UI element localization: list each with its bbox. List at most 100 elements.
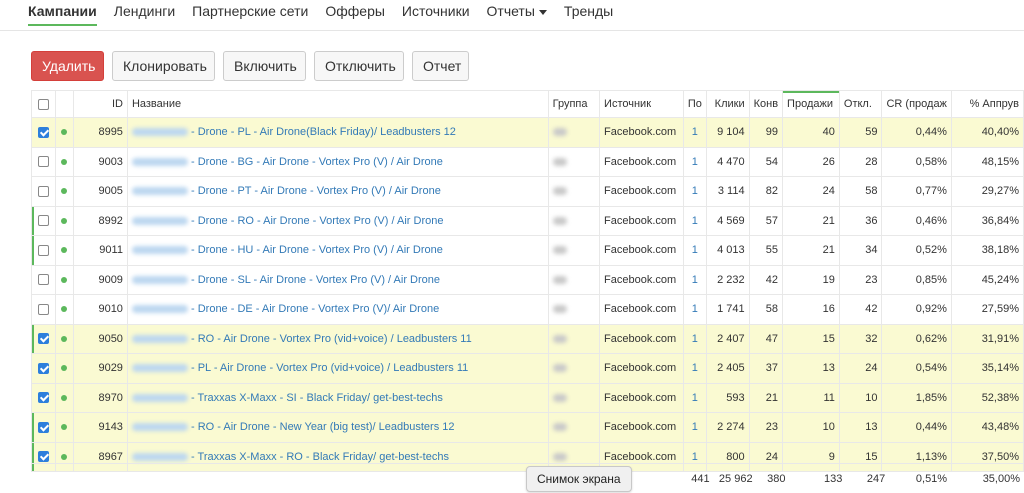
nav-campaigns[interactable]: Кампании — [28, 0, 97, 19]
row-source: Facebook.com — [600, 265, 684, 295]
row-checkbox[interactable] — [38, 363, 49, 374]
redacted-text — [132, 423, 188, 431]
row-sales: 24 — [783, 177, 840, 207]
nav-landings[interactable]: Лендинги — [114, 0, 175, 19]
row-name-link[interactable]: - Traxxas X-Maxx - RO - Black Friday/ ge… — [191, 451, 449, 463]
table-row[interactable]: 9009 - Drone - SL - Air Drone - Vortex P… — [32, 265, 1024, 295]
row-status-cell — [55, 265, 73, 295]
redacted-text — [132, 453, 188, 461]
status-active-icon — [61, 424, 67, 430]
nav-trends[interactable]: Тренды — [564, 0, 613, 19]
table-row[interactable]: 9010 - Drone - DE - Air Drone - Vortex P… — [32, 295, 1024, 325]
row-name-link[interactable]: - Drone - RO - Air Drone - Vortex Pro (V… — [191, 215, 443, 227]
enable-button[interactable]: Включить — [223, 51, 306, 81]
row-conv: 37 — [749, 354, 782, 384]
toolbar: Удалить Клонировать Включить Отключить О… — [31, 51, 469, 81]
nav-affiliate-networks[interactable]: Партнерские сети — [192, 0, 308, 19]
select-all-checkbox[interactable] — [38, 99, 49, 110]
row-checkbox[interactable] — [38, 186, 49, 197]
delete-button[interactable]: Удалить — [31, 51, 104, 81]
row-po-link[interactable]: 1 — [683, 413, 706, 443]
col-conv[interactable]: Конв — [749, 91, 782, 118]
row-group-cell — [548, 177, 599, 207]
table-row[interactable]: 9029 - PL - Air Drone - Vortex Pro (vid+… — [32, 354, 1024, 384]
row-checkbox[interactable] — [38, 245, 49, 256]
col-name[interactable]: Название — [127, 91, 548, 118]
report-button[interactable]: Отчет — [412, 51, 469, 81]
col-approve[interactable]: % Аппрув — [951, 91, 1023, 118]
row-conv: 54 — [749, 147, 782, 177]
row-po-link[interactable]: 1 — [683, 177, 706, 207]
row-checkbox[interactable] — [38, 215, 49, 226]
col-source[interactable]: Источник — [600, 91, 684, 118]
redacted-text — [132, 158, 188, 166]
row-group-cell — [548, 324, 599, 354]
row-checkbox[interactable] — [38, 333, 49, 344]
table-row[interactable]: 9143 - RO - Air Drone - New Year (big te… — [32, 413, 1024, 443]
row-name-link[interactable]: - RO - Air Drone - Vortex Pro (vid+voice… — [191, 333, 472, 345]
clone-button[interactable]: Клонировать — [112, 51, 215, 81]
row-po-link[interactable]: 1 — [683, 295, 706, 325]
status-active-icon — [61, 188, 67, 194]
row-select-cell — [32, 147, 56, 177]
row-checkbox[interactable] — [38, 392, 49, 403]
row-checkbox[interactable] — [38, 156, 49, 167]
row-approve: 52,38% — [951, 383, 1023, 413]
col-id[interactable]: ID — [73, 91, 127, 118]
redacted-group — [553, 187, 567, 195]
row-name-link[interactable]: - Drone - PT - Air Drone - Vortex Pro (V… — [191, 185, 441, 197]
col-sales[interactable]: Продажи — [783, 91, 840, 118]
col-clicks[interactable]: Клики — [706, 91, 749, 118]
row-name-link[interactable]: - PL - Air Drone - Vortex Pro (vid+voice… — [191, 362, 468, 374]
row-checkbox[interactable] — [38, 127, 49, 138]
row-name-link[interactable]: - RO - Air Drone - New Year (big test)/ … — [191, 421, 455, 433]
table-row[interactable]: 9011 - Drone - HU - Air Drone - Vortex P… — [32, 236, 1024, 266]
table-row[interactable]: 8970 - Traxxas X-Maxx - SI - Black Frida… — [32, 383, 1024, 413]
row-name-link[interactable]: - Drone - BG - Air Drone - Vortex Pro (V… — [191, 156, 443, 168]
col-po[interactable]: По — [683, 91, 706, 118]
row-checkbox[interactable] — [38, 422, 49, 433]
row-po-link[interactable]: 1 — [683, 354, 706, 384]
row-po-link[interactable]: 1 — [683, 265, 706, 295]
row-po-link[interactable]: 1 — [683, 206, 706, 236]
status-active-icon — [61, 159, 67, 165]
nav-offers[interactable]: Офферы — [325, 0, 385, 19]
row-status-cell — [55, 413, 73, 443]
row-group-cell — [548, 295, 599, 325]
row-po-link[interactable]: 1 — [683, 383, 706, 413]
row-po-link[interactable]: 1 — [683, 118, 706, 148]
row-po-link[interactable]: 1 — [683, 324, 706, 354]
row-checkbox[interactable] — [38, 274, 49, 285]
table-row[interactable]: 9003 - Drone - BG - Air Drone - Vortex P… — [32, 147, 1024, 177]
row-name-link[interactable]: - Drone - SL - Air Drone - Vortex Pro (V… — [191, 274, 440, 286]
redacted-group — [553, 423, 567, 431]
row-status-cell — [55, 147, 73, 177]
col-cr[interactable]: CR (продаж — [882, 91, 951, 118]
row-po-link[interactable]: 1 — [683, 147, 706, 177]
col-otkl[interactable]: Откл. — [839, 91, 882, 118]
row-checkbox[interactable] — [38, 304, 49, 315]
table-row[interactable]: 8992 - Drone - RO - Air Drone - Vortex P… — [32, 206, 1024, 236]
table-row[interactable]: 8995 - Drone - PL - Air Drone(Black Frid… — [32, 118, 1024, 148]
redacted-text — [132, 246, 188, 254]
row-name-link[interactable]: - Drone - HU - Air Drone - Vortex Pro (V… — [191, 244, 443, 256]
disable-button[interactable]: Отключить — [314, 51, 404, 81]
nav-reports[interactable]: Отчеты — [487, 0, 547, 19]
row-name-cell: - Drone - PL - Air Drone(Black Friday)/ … — [127, 118, 548, 148]
nav-sources[interactable]: Источники — [402, 0, 470, 19]
redacted-text — [132, 305, 188, 313]
row-cr: 0,44% — [882, 118, 951, 148]
col-group[interactable]: Группа — [548, 91, 599, 118]
row-name-link[interactable]: - Drone - PL - Air Drone(Black Friday)/ … — [191, 126, 456, 138]
row-select-cell — [32, 354, 56, 384]
row-select-cell — [32, 177, 56, 207]
table-row[interactable]: 9005 - Drone - PT - Air Drone - Vortex P… — [32, 177, 1024, 207]
row-po-link[interactable]: 1 — [683, 236, 706, 266]
row-otkl: 34 — [839, 236, 882, 266]
row-checkbox[interactable] — [38, 451, 49, 462]
row-sales: 40 — [783, 118, 840, 148]
row-name-link[interactable]: - Drone - DE - Air Drone - Vortex Pro (V… — [191, 303, 439, 315]
row-name-link[interactable]: - Traxxas X-Maxx - SI - Black Friday/ ge… — [191, 392, 443, 404]
table-row[interactable]: 9050 - RO - Air Drone - Vortex Pro (vid+… — [32, 324, 1024, 354]
row-name-cell: - RO - Air Drone - Vortex Pro (vid+voice… — [127, 324, 548, 354]
